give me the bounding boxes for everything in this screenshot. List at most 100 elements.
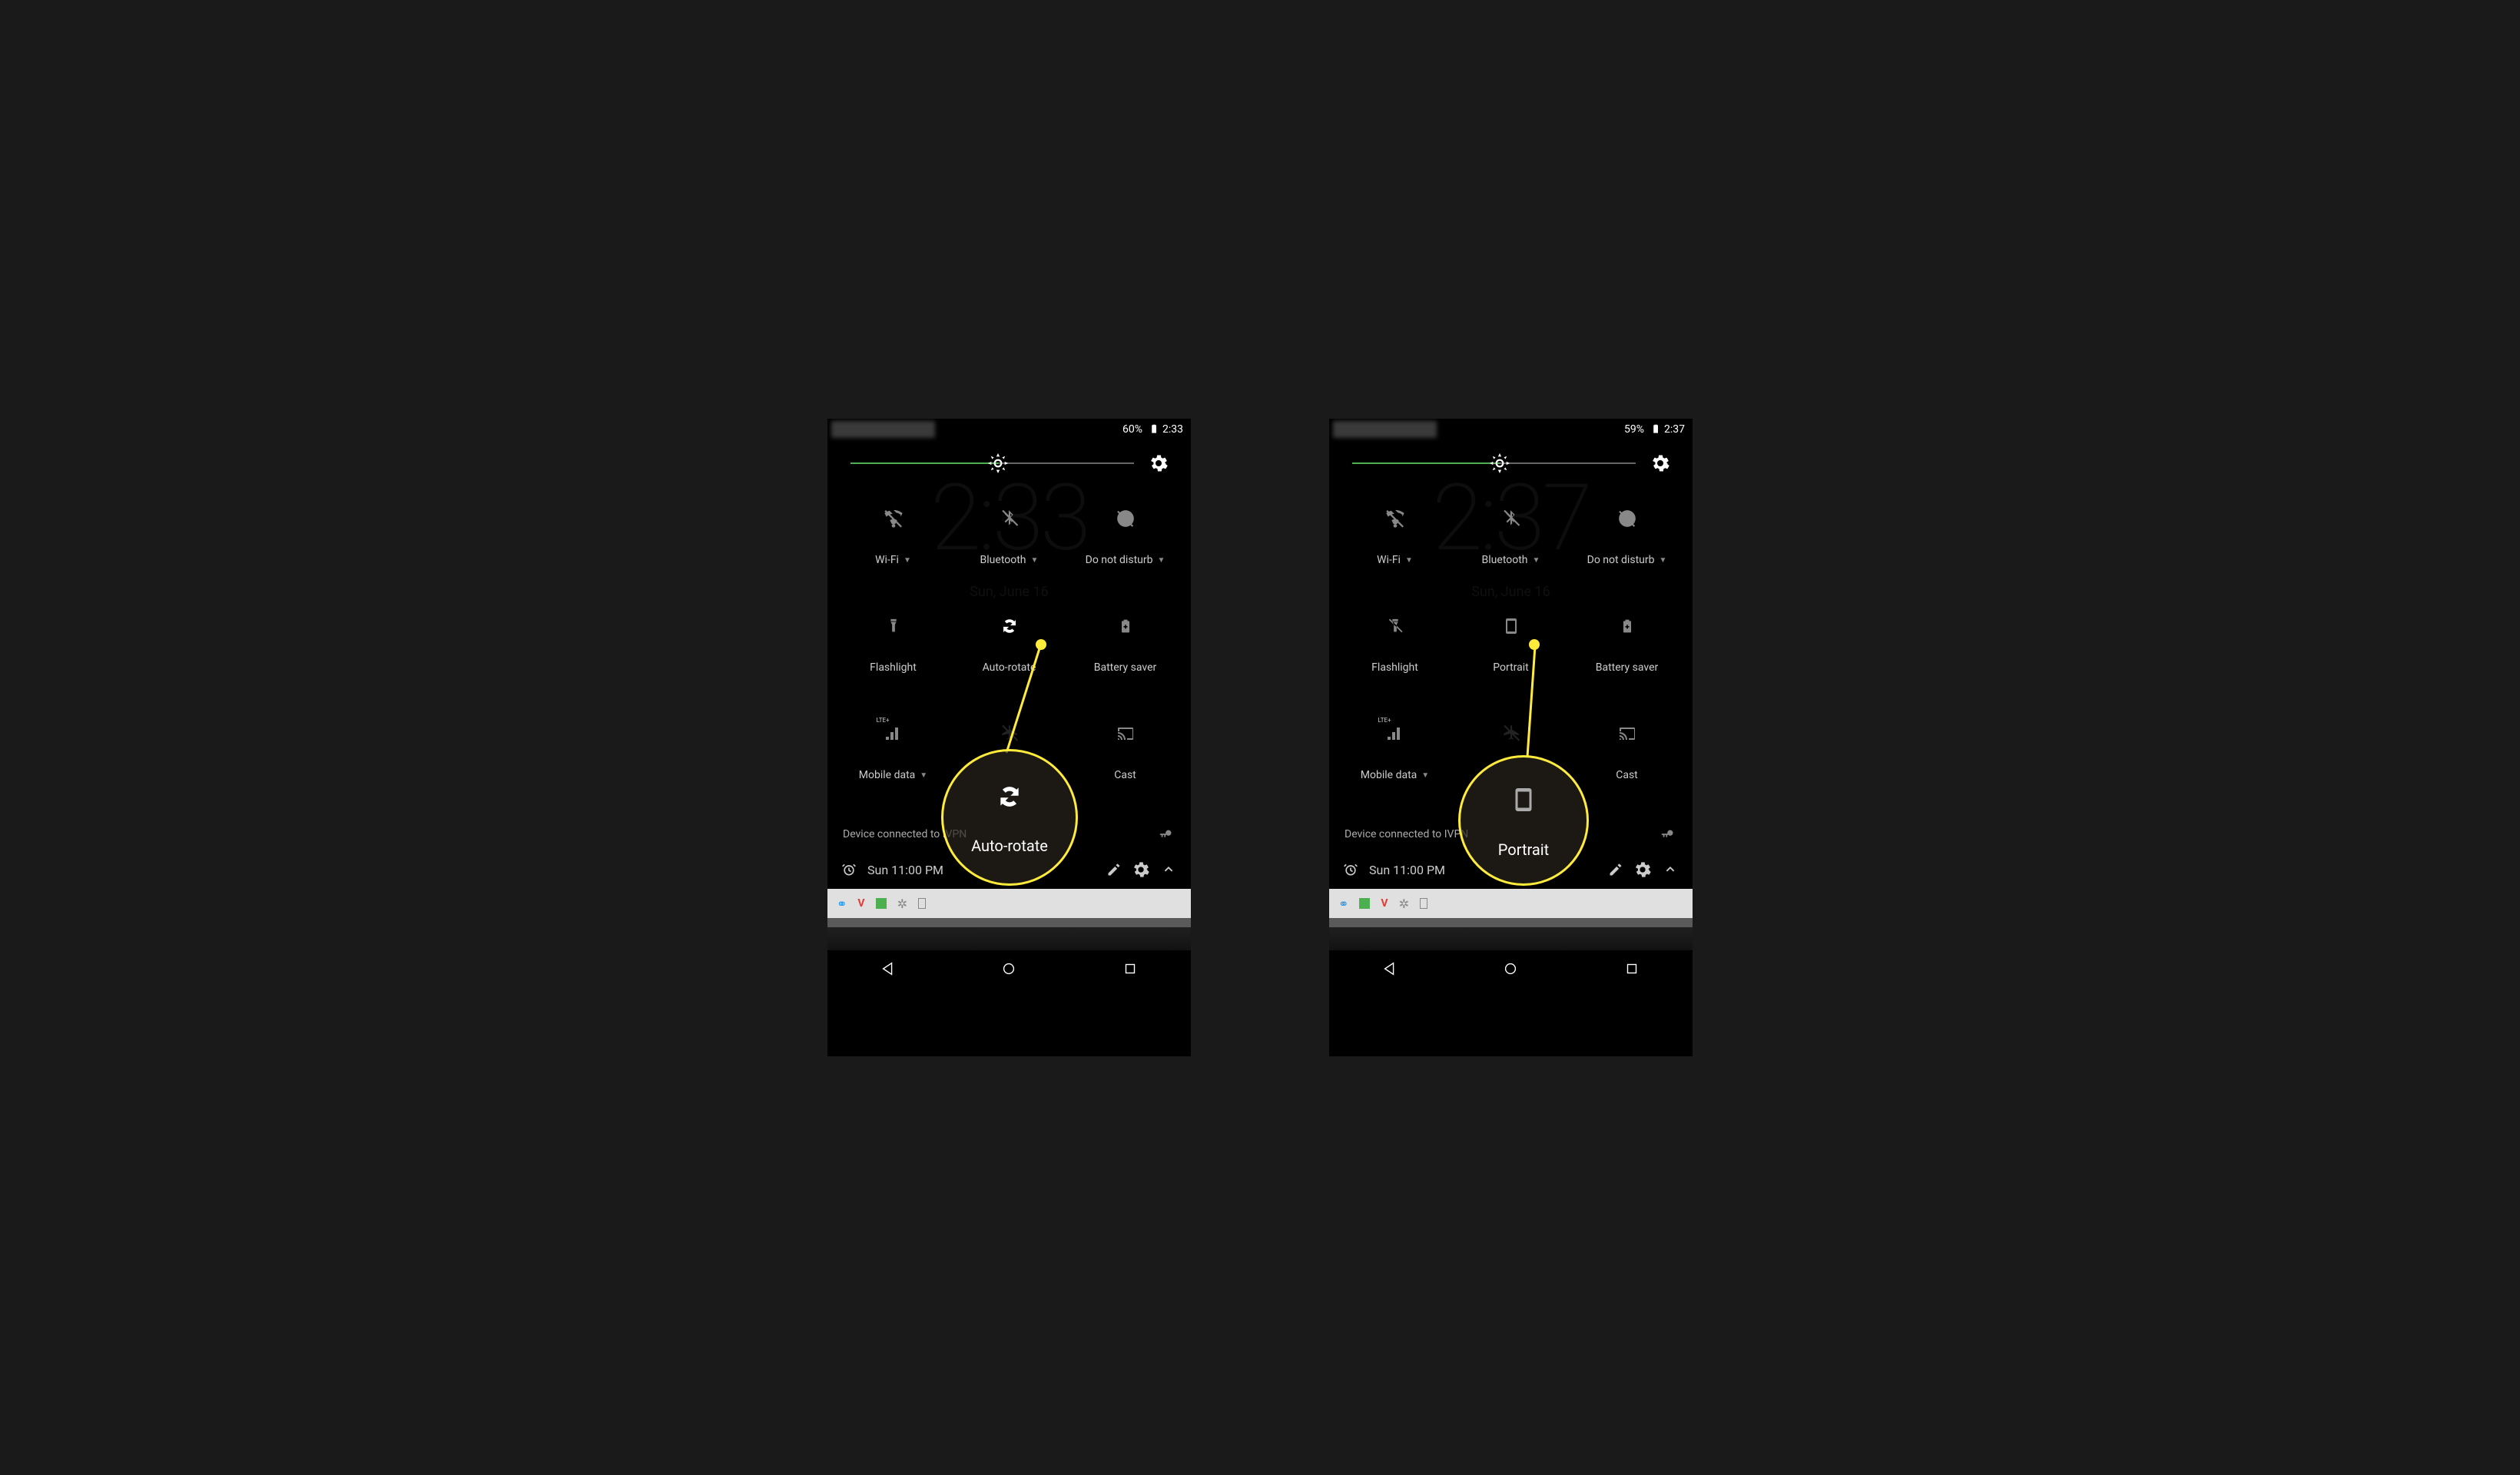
dock-hint bbox=[1329, 927, 1693, 950]
tile-battery-saver[interactable]: Battery saver bbox=[1569, 603, 1685, 711]
voicemail-icon: ⚭ bbox=[837, 897, 847, 911]
battery-percent: 60% bbox=[1122, 423, 1142, 436]
chevron-down-icon[interactable]: ▼ bbox=[1659, 556, 1666, 565]
alarm-text[interactable]: Sun 11:00 PM bbox=[1369, 863, 1445, 877]
tile-label: Battery saver bbox=[1094, 661, 1156, 674]
notif-peek bbox=[1329, 918, 1693, 927]
chevron-down-icon[interactable]: ▼ bbox=[1031, 556, 1039, 565]
nav-back-button[interactable] bbox=[880, 960, 897, 977]
callout-circle: Portrait bbox=[1458, 755, 1589, 886]
airplane-off-icon bbox=[1501, 724, 1521, 744]
battery-saver-icon bbox=[1620, 616, 1635, 636]
alarm-text[interactable]: Sun 11:00 PM bbox=[867, 863, 943, 877]
bluetooth-off-icon bbox=[1000, 509, 1020, 529]
navigation-bar bbox=[827, 950, 1191, 987]
tile-battery-saver[interactable]: Battery saver bbox=[1067, 603, 1183, 711]
battery-icon bbox=[1650, 423, 1658, 436]
device-icon bbox=[918, 898, 926, 909]
brightness-row bbox=[1329, 440, 1693, 480]
airplane-off-icon bbox=[1000, 724, 1020, 744]
brightness-settings-icon[interactable] bbox=[1149, 454, 1168, 472]
tile-label: Portrait bbox=[1493, 661, 1528, 674]
chevron-down-icon[interactable]: ▼ bbox=[1533, 556, 1540, 565]
battery-icon bbox=[1149, 423, 1156, 436]
cast-icon bbox=[1616, 724, 1638, 743]
tile-label: Cast bbox=[1114, 769, 1136, 781]
callout-label: Portrait bbox=[1498, 840, 1549, 859]
settings-icon[interactable] bbox=[1634, 861, 1651, 878]
tile-label: Bluetooth bbox=[1482, 554, 1528, 566]
tile-autorotate[interactable]: Auto-rotate bbox=[951, 603, 1067, 711]
flashlight-off-icon bbox=[1387, 616, 1404, 636]
dnd-off-icon bbox=[1617, 509, 1637, 529]
tile-cast[interactable]: Cast bbox=[1067, 711, 1183, 818]
tile-mobile-data[interactable]: LTE+ Mobile data ▼ bbox=[1337, 711, 1453, 818]
dock-hint bbox=[827, 927, 1191, 950]
lte-badge: LTE+ bbox=[877, 717, 890, 724]
notification-icon-strip[interactable]: ⚭ V ✲ bbox=[1329, 889, 1693, 918]
tile-label: Mobile data bbox=[859, 769, 915, 781]
cast-icon bbox=[1115, 724, 1136, 743]
autorotate-icon bbox=[998, 615, 1021, 638]
chevron-down-icon[interactable]: ▼ bbox=[1405, 556, 1413, 565]
callout-circle: Auto-rotate bbox=[941, 749, 1078, 886]
callout-dot bbox=[1529, 639, 1540, 650]
chevron-down-icon[interactable]: ▼ bbox=[1421, 771, 1429, 780]
app-icon-red: V bbox=[857, 897, 864, 910]
flashlight-icon bbox=[885, 616, 902, 636]
nav-recent-button[interactable] bbox=[1623, 960, 1640, 977]
wifi-off-icon bbox=[1384, 508, 1406, 529]
vpn-status-text: Device connected to IVPN bbox=[1345, 828, 1468, 840]
app-icon-green bbox=[876, 898, 887, 909]
nav-home-button[interactable] bbox=[1000, 960, 1017, 977]
tile-flashlight[interactable]: Flashlight bbox=[1337, 603, 1453, 711]
dnd-off-icon bbox=[1116, 509, 1136, 529]
signal-icon bbox=[884, 724, 903, 743]
edit-icon[interactable] bbox=[1608, 862, 1623, 877]
chevron-down-icon[interactable]: ▼ bbox=[904, 556, 911, 565]
brightness-settings-icon[interactable] bbox=[1651, 454, 1670, 472]
nav-home-button[interactable] bbox=[1502, 960, 1519, 977]
brightness-thumb-icon[interactable] bbox=[1490, 453, 1510, 473]
tile-mobile-data[interactable]: LTE+ Mobile data ▼ bbox=[835, 711, 951, 818]
brightness-slider[interactable] bbox=[850, 462, 1134, 464]
navigation-bar bbox=[1329, 950, 1693, 987]
clock-text: 2:37 bbox=[1664, 423, 1685, 436]
lte-badge: LTE+ bbox=[1378, 717, 1391, 724]
brightness-slider[interactable] bbox=[1352, 462, 1636, 464]
tile-dnd[interactable]: Do not disturb▼ bbox=[1067, 496, 1183, 603]
nav-back-button[interactable] bbox=[1381, 960, 1398, 977]
collapse-icon[interactable] bbox=[1160, 861, 1177, 878]
signal-icon bbox=[1386, 724, 1404, 743]
tile-label: Flashlight bbox=[1371, 661, 1418, 674]
tile-label: Flashlight bbox=[870, 661, 917, 674]
tile-bluetooth[interactable]: Bluetooth ▼ bbox=[1453, 496, 1569, 603]
alarm-icon[interactable] bbox=[841, 862, 857, 877]
tile-bluetooth[interactable]: Bluetooth▼ bbox=[951, 496, 1067, 603]
collapse-icon[interactable] bbox=[1662, 861, 1679, 878]
tile-wifi[interactable]: Wi-Fi ▼ bbox=[1337, 496, 1453, 603]
chevron-down-icon[interactable]: ▼ bbox=[1157, 556, 1165, 565]
edit-icon[interactable] bbox=[1106, 862, 1122, 877]
settings-icon[interactable] bbox=[1132, 861, 1149, 878]
battery-percent: 59% bbox=[1624, 423, 1644, 436]
key-icon bbox=[1660, 826, 1677, 843]
phone-left: 2:33 Sun, June 16 60% 2:33 Wi-Fi▼ Blueto… bbox=[827, 419, 1191, 1056]
brightness-thumb-icon[interactable] bbox=[988, 453, 1008, 473]
nav-recent-button[interactable] bbox=[1122, 960, 1139, 977]
notification-icon-strip[interactable]: ⚭ V ✲ bbox=[827, 889, 1191, 918]
tile-portrait[interactable]: Portrait bbox=[1453, 603, 1569, 711]
clock-text: 2:33 bbox=[1162, 423, 1183, 436]
tile-label: Mobile data bbox=[1361, 769, 1417, 781]
tile-wifi[interactable]: Wi-Fi▼ bbox=[835, 496, 951, 603]
tile-dnd[interactable]: Do not disturb▼ bbox=[1569, 496, 1685, 603]
chevron-down-icon[interactable]: ▼ bbox=[920, 771, 927, 780]
status-blur bbox=[1333, 421, 1437, 438]
leaf-icon: ✲ bbox=[897, 897, 907, 911]
alarm-icon[interactable] bbox=[1343, 862, 1358, 877]
app-icon-red: V bbox=[1381, 897, 1388, 910]
tile-label: Wi-Fi bbox=[1377, 554, 1401, 566]
tile-label: Auto-rotate bbox=[983, 661, 1036, 674]
portrait-icon bbox=[1502, 615, 1520, 638]
tile-flashlight[interactable]: Flashlight bbox=[835, 603, 951, 711]
